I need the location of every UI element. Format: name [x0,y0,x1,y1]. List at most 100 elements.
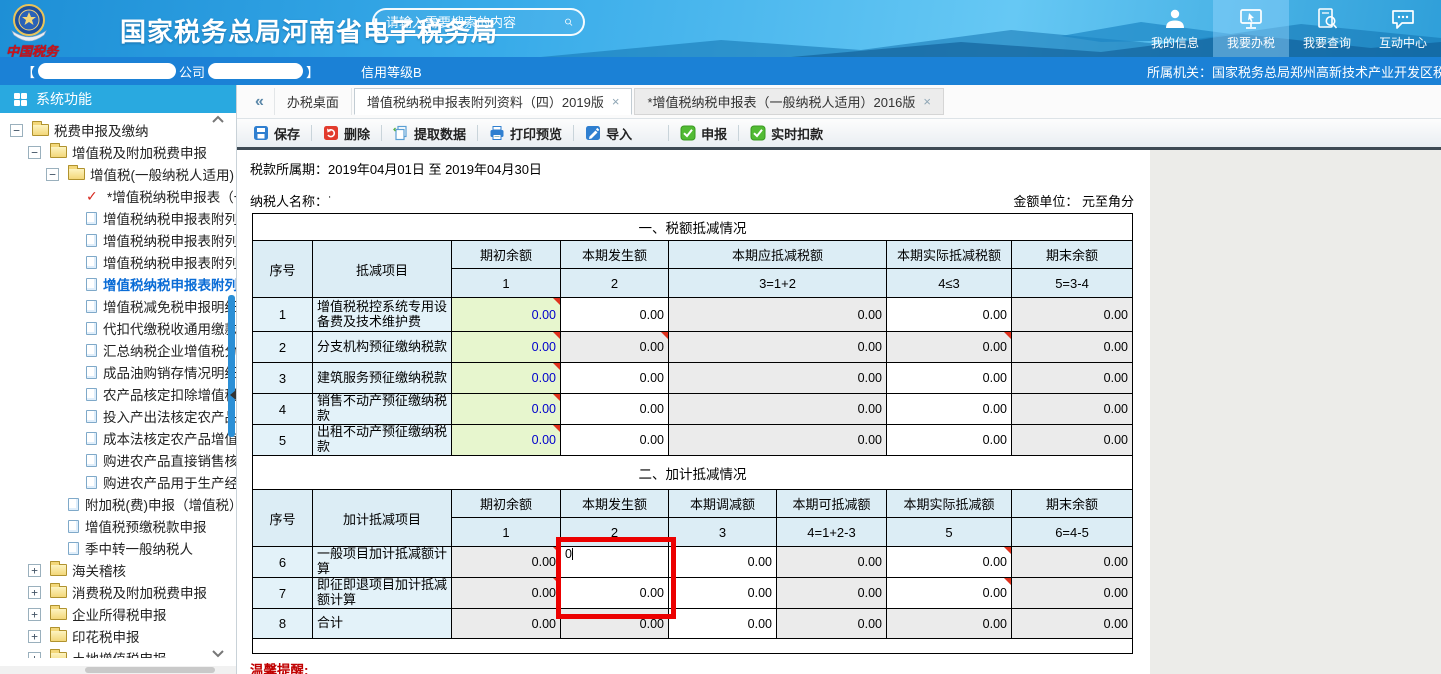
expand-toggle-icon[interactable]: + [28,630,41,643]
tree-folder-corporate-income-tax[interactable]: +企业所得税申报 [0,603,236,625]
cell-ending-balance: 0.00 [1012,547,1133,578]
cell-opening-balance[interactable]: 0.00 [452,298,561,332]
tree-item-vat-appendix-4-selected[interactable]: 增值税纳税申报表附列资料 [0,273,236,295]
tab-label: 增值税纳税申报表附列资料（四）2019版 [367,92,604,111]
amount-unit-value: 元至角分 [1082,194,1134,209]
scroll-down-icon[interactable] [212,650,224,658]
expand-toggle-icon[interactable]: + [28,652,41,659]
realtime-pay-button[interactable]: 实时扣款 [746,124,827,143]
col-header: 本期发生额 [561,241,669,269]
tree-item-agri-deduction[interactable]: 农产品核定扣除增值税进项 [0,383,236,405]
save-icon [253,125,269,141]
extract-data-button[interactable]: 提取数据 [389,124,470,143]
cell-current-amount[interactable]: 0.00 [561,394,669,425]
collapse-tabs-button[interactable]: « [247,93,272,111]
save-button[interactable]: 保存 [249,124,304,143]
global-search[interactable] [372,8,585,36]
cell-actual-deducted[interactable]: 0.00 [887,425,1012,456]
tax-office: 所属机关： 国家税务总局郑州高新技术产业开发区税务局 [1147,57,1441,85]
tree-folder-stamp-tax[interactable]: +印花税申报 [0,625,236,647]
tree-folder-consumption-tax[interactable]: +消费税及附加税费申报 [0,581,236,603]
tree-folder-tax-declaration[interactable]: −税费申报及缴纳 [0,119,236,141]
tree-item-vat-appendix-2[interactable]: 增值税纳税申报表附列资料 [0,229,236,251]
tree-item-vat-appendix-3[interactable]: 增值税纳税申报表附列资料 [0,251,236,273]
tree-item-agri-direct-sale[interactable]: 购进农产品直接销售核定农 [0,449,236,471]
tab-bar: « 办税桌面 增值税纳税申报表附列资料（四）2019版 × *增值税纳税申报表（… [237,85,1441,118]
expand-toggle-icon[interactable]: + [28,564,41,577]
nav-my-info[interactable]: 我的信息 [1137,0,1213,57]
expand-toggle-icon[interactable]: + [28,608,41,621]
col-header: 期末余额 [1012,241,1133,269]
tree-item-surcharge-declare[interactable]: 附加税(费)申报（增值税） [0,493,236,515]
document-icon [86,212,97,225]
cell-opening-balance[interactable]: 0.00 [452,363,561,394]
cell-opening-balance: 0.00 [452,578,561,609]
tree-folder-vat-general[interactable]: −增值税(一般纳税人适用) [0,163,236,185]
sidebar-horizontal-scrollbar-thumb[interactable] [85,667,215,673]
taxpayer-name-label: 纳税人名称： [250,194,328,209]
sidebar-horizontal-scrollbar[interactable] [0,666,236,674]
nav-interaction[interactable]: 互动中心 [1365,0,1441,57]
user-icon [1162,7,1188,31]
search-icon[interactable] [564,13,573,31]
col-number: 3 [669,518,777,547]
cell-actual-deducted[interactable]: 0.00 [887,394,1012,425]
collapse-toggle-icon[interactable]: − [28,146,41,159]
collapse-toggle-icon[interactable]: − [46,168,59,181]
cell-current-reduction[interactable]: 0.00 [669,578,777,609]
scroll-up-icon[interactable] [212,115,224,123]
tree-item-agri-production[interactable]: 购进农产品用于生产经营 [0,471,236,493]
declare-button[interactable]: 申报 [676,124,731,143]
document-icon [86,344,97,357]
document-icon [68,498,79,511]
tree-item-withholding-payment[interactable]: 代扣代缴税收通用缴款书 [0,317,236,339]
close-tab-icon[interactable]: × [612,94,620,109]
cell-current-amount[interactable]: 0.00 [561,298,669,332]
tree-folder-vat-surcharge[interactable]: −增值税及附加税费申报 [0,141,236,163]
cell-actual-deducted[interactable]: 0.00 [887,298,1012,332]
tab-vat-appendix4-2019[interactable]: 增值税纳税申报表附列资料（四）2019版 × [354,88,633,115]
cell-current-amount[interactable]: 0.00 [561,425,669,456]
tree-item-vat-reduction-detail[interactable]: 增值税减免税申报明细表 [0,295,236,317]
col-header: 本期应抵减税额 [669,241,887,269]
tree-item-consolidated-vat[interactable]: 汇总纳税企业增值税分配表 [0,339,236,361]
tab-vat-return-2016[interactable]: *增值税纳税申报表（一般纳税人适用）2016版 × [634,88,944,115]
cell-opening-balance[interactable]: 0.00 [452,332,561,363]
search-input[interactable] [384,14,564,31]
sidebar-collapse-handle[interactable] [230,390,236,400]
cell-actual-deducted[interactable]: 0.00 [887,578,1012,609]
close-tab-icon[interactable]: × [923,94,931,109]
delete-button[interactable]: 删除 [319,124,374,143]
tree-item-vat-return-main[interactable]: ✓*增值税纳税申报表（一般纳税人适用） [0,185,236,207]
cell-opening-balance[interactable]: 0.00 [452,394,561,425]
cell-actual-deducted[interactable]: 0.00 [887,363,1012,394]
table-row: 3 建筑服务预征缴纳税款 0.00 0.00 0.00 0.00 0.00 [253,363,1133,394]
realtime-pay-check-icon [750,125,766,141]
cell-opening-balance: 0.00 [452,547,561,578]
taxpayer-identity: 【 公司 】 信用等级B [0,62,422,81]
tree-folder-land-vat[interactable]: +土地增值税申报 [0,647,236,658]
document-icon [86,234,97,247]
tree-item-vat-appendix-1[interactable]: 增值税纳税申报表附列资料 [0,207,236,229]
nav-do-tax[interactable]: 我要办税 [1213,0,1289,57]
tree-item-cost-method[interactable]: 成本法核定农产品增值税进 [0,427,236,449]
sidebar-header: 系统功能 [0,85,236,113]
tree-item-vat-prepay[interactable]: 增值税预缴税款申报 [0,515,236,537]
import-button[interactable]: 导入 [581,124,636,143]
cell-opening-balance[interactable]: 0.00 [452,425,561,456]
tree-item-input-output-method[interactable]: 投入产出法核定农产品增值 [0,405,236,427]
nav-inquiry[interactable]: 我要查询 [1289,0,1365,57]
print-preview-button[interactable]: 打印预览 [485,124,566,143]
company-suffix: 公司 [179,62,205,81]
tree-item-refined-oil[interactable]: 成品油购销存情况明细表 [0,361,236,383]
expand-toggle-icon[interactable]: + [28,586,41,599]
tree-item-quarter-transfer[interactable]: 季中转一般纳税人 [0,537,236,559]
cell-current-amount[interactable]: 0.00 [561,363,669,394]
collapse-toggle-icon[interactable]: − [10,124,23,137]
tree-folder-customs-audit[interactable]: +海关稽核 [0,559,236,581]
sidebar-vertical-scrollbar-thumb[interactable] [228,295,235,437]
cell-current-reduction[interactable]: 0.00 [669,547,777,578]
tax-office-label: 所属机关： [1147,62,1212,81]
tab-desktop[interactable]: 办税桌面 [274,88,352,115]
cell-actual-deducted[interactable]: 0.00 [887,547,1012,578]
